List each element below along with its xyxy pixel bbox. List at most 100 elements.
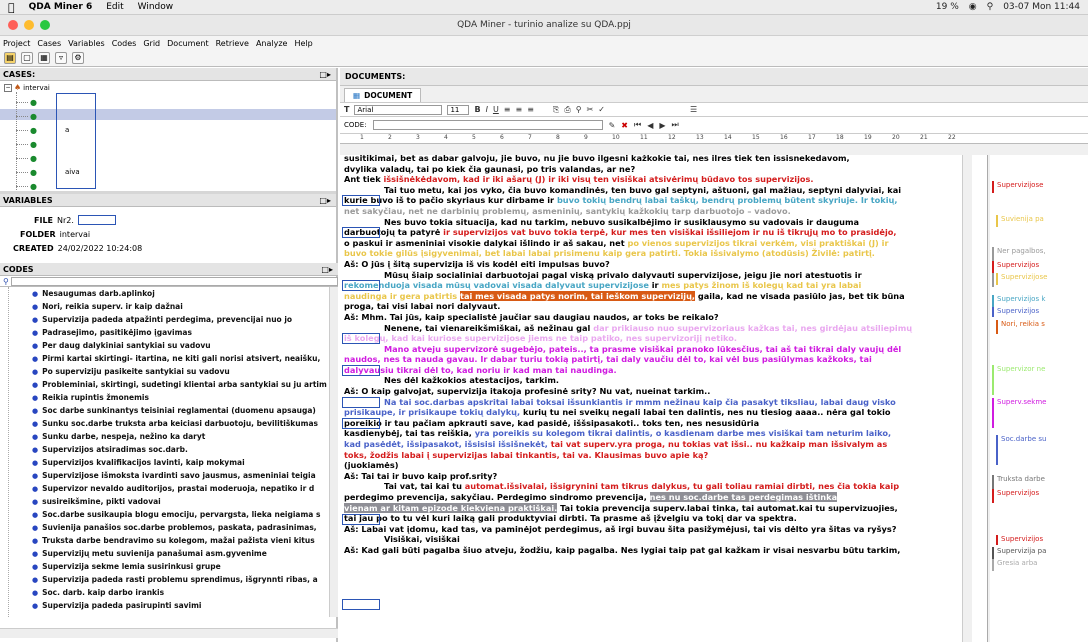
document-tab[interactable]: ▦ DOCUMENT <box>344 88 422 102</box>
menu-grid[interactable]: Grid <box>143 39 160 48</box>
collapse-icon[interactable]: − <box>4 83 12 92</box>
bold-icon[interactable]: B <box>474 105 480 114</box>
code-item[interactable]: ● Supervizijos kvalifikacijos lavinti, ka… <box>32 456 245 469</box>
document-text[interactable]: susitikimai, bet as dabar galvoju, jie b… <box>344 155 958 556</box>
code-item[interactable]: ● Pirmi kartai skirtingi- itartina, ne ki… <box>32 352 320 365</box>
align-left-icon[interactable]: ≡ <box>504 105 511 114</box>
underline-icon[interactable]: U <box>493 105 499 114</box>
menu-cases[interactable]: Cases <box>37 39 61 48</box>
font-select[interactable]: Arial <box>354 104 443 115</box>
clock[interactable]: 03-07 Mon 11:44 <box>1003 2 1080 12</box>
margin-code-tag[interactable]: Nori, reikia s <box>996 320 1045 334</box>
code-item[interactable]: ● Supervizijose išmoksta ivardinti savo j… <box>32 469 316 482</box>
wifi-icon[interactable]: ◉ <box>969 2 977 12</box>
case-item[interactable]: ● <box>16 180 37 191</box>
menu-edit[interactable]: Edit <box>106 2 123 12</box>
search-icon[interactable]: ⚲ <box>987 2 994 12</box>
selected-case-row[interactable] <box>0 109 336 120</box>
case-item[interactable]: ● <box>16 152 37 164</box>
apple-icon[interactable]:  <box>8 1 15 14</box>
code-item[interactable]: ● Soc. darb. kaip darbo irankis <box>32 586 164 599</box>
code-select[interactable] <box>372 120 603 130</box>
list-icon[interactable]: ☰ <box>690 105 697 114</box>
menu-document[interactable]: Document <box>167 39 208 48</box>
code-item[interactable]: ● Padrasejimo, pasitikėjimo įgavimas <box>32 326 192 339</box>
last-icon[interactable]: ⏭ <box>672 120 679 130</box>
case-item[interactable]: ● <box>16 110 37 122</box>
paste-icon[interactable]: ⎙ <box>564 105 570 115</box>
panel-window-icon[interactable]: □▸ <box>319 70 331 79</box>
margin-code-tag[interactable]: Truksta darbe <box>992 475 1045 489</box>
zoom-window-button[interactable] <box>40 20 50 30</box>
minimize-window-button[interactable] <box>24 20 34 30</box>
highlight-icon[interactable]: ✎ <box>609 121 616 130</box>
menu-window[interactable]: Window <box>138 2 174 12</box>
remove-code-icon[interactable]: ✖ <box>621 121 628 130</box>
search-icon[interactable]: ⚲ <box>3 277 9 286</box>
code-item[interactable]: ● Supervizija padeda pasirupinti savimi <box>32 599 202 612</box>
panel-window-icon[interactable]: □▸ <box>321 265 333 274</box>
margin-code-tag[interactable]: Supervizijose <box>992 181 1043 193</box>
codes-hscrollbar[interactable] <box>0 628 338 638</box>
code-item[interactable]: ● Supervizijos atsiradimas soc.darb. <box>32 443 188 456</box>
menu-codes[interactable]: Codes <box>112 39 137 48</box>
code-item[interactable]: ● Sunku soc.darbe truksta arba keiciasi d… <box>32 417 318 430</box>
margin-code-tag[interactable]: Supervizor ne <box>992 365 1045 395</box>
filter-icon[interactable]: ▿ <box>55 52 67 64</box>
margin-code-tag[interactable]: Gresia arba <box>992 559 1037 571</box>
document-text-area[interactable]: susitikimai, bet as dabar galvoju, jie b… <box>340 155 988 642</box>
size-select[interactable]: 11 <box>447 104 470 115</box>
margin-code-tag[interactable]: Supervizijos k <box>992 295 1045 307</box>
margin-code-tag[interactable]: Supervizijos <box>996 535 1043 545</box>
italic-icon[interactable]: I <box>486 105 488 114</box>
code-item[interactable]: ● Supervizija padeda atpažinti perdegima,… <box>32 313 292 326</box>
code-item[interactable]: ● Supervizija sekme lemia susirinkusi gru… <box>32 560 221 573</box>
copy-icon[interactable]: ⎘ <box>553 105 559 115</box>
var-value[interactable]: intervai <box>60 230 91 239</box>
codes-scrollbar[interactable] <box>329 287 338 617</box>
spellcheck-icon[interactable]: ✓ <box>598 105 605 114</box>
app-menu-name[interactable]: QDA Miner 6 <box>29 2 93 12</box>
save-icon[interactable]: ▦ <box>38 52 50 64</box>
open-folder-icon[interactable]: ▤ <box>4 52 16 64</box>
code-item[interactable]: ● Supervizor nevaldo auditorijos, prastai… <box>32 482 314 495</box>
code-item[interactable]: ● susireikšmine, pikti vadovai <box>32 495 161 508</box>
cut-icon[interactable]: ✂ <box>587 105 594 114</box>
next-icon[interactable]: ▶ <box>659 121 665 130</box>
margin-code-tag[interactable]: Superv.sekme <box>992 398 1046 428</box>
code-item[interactable]: ● Po superviziju pasikeite santykiai su v… <box>32 365 230 378</box>
code-item[interactable]: ● Probleminiai, skirtingi, sudetingi klie… <box>32 378 327 391</box>
tree-root[interactable]: − ♠ intervai <box>4 83 50 92</box>
code-item[interactable]: ● Suvienija panašios soc.darbe problemos,… <box>32 521 317 534</box>
code-item[interactable]: ● Nesaugumas darb.aplinkoj <box>32 287 155 300</box>
codes-search-input[interactable] <box>10 276 338 286</box>
first-icon[interactable]: ⏮ <box>634 120 641 130</box>
margin-code-tag[interactable]: Suvienija pa <box>996 215 1044 227</box>
battery-status[interactable]: 19 % <box>936 2 959 12</box>
menu-project[interactable]: Project <box>3 39 30 48</box>
align-right-icon[interactable]: ≡ <box>527 105 534 114</box>
prev-icon[interactable]: ◀ <box>647 121 653 130</box>
code-item[interactable]: ● Sunku darbe, nespeja, nežino ka daryt <box>32 430 205 443</box>
var-value[interactable]: Nr2. <box>57 216 74 225</box>
code-item[interactable]: ● Reikia rupintis žmonemis <box>32 391 149 404</box>
code-item[interactable]: ● Soc darbe sunkinantys teisiniai reglame… <box>32 404 316 417</box>
margin-code-tag[interactable]: Soc.darbe su <box>996 435 1046 465</box>
margin-code-tag[interactable]: Supervizijose <box>996 273 1047 285</box>
settings-icon[interactable]: ⚙ <box>72 52 84 64</box>
margin-code-tag[interactable]: Supervizijos <box>992 489 1039 503</box>
code-item[interactable]: ● Per daug dalykiniai santykiai su vadovu <box>32 339 211 352</box>
close-window-button[interactable] <box>8 20 18 30</box>
find-icon[interactable]: ⚲ <box>576 105 582 114</box>
case-item[interactable]: ● <box>16 138 37 150</box>
code-item[interactable]: ● Soc.darbe susikaupia blogu emociju, per… <box>32 508 320 521</box>
code-item[interactable]: ● Nori, reikia superv. ir kaip dažnai <box>32 300 183 313</box>
menu-retrieve[interactable]: Retrieve <box>216 39 249 48</box>
margin-code-tag[interactable]: Supervizijos <box>992 261 1039 273</box>
new-file-icon[interactable]: ▢ <box>21 52 33 64</box>
menu-help[interactable]: Help <box>294 39 312 48</box>
margin-code-tag[interactable]: Supervizijos <box>992 307 1039 317</box>
align-center-icon[interactable]: ≡ <box>516 105 523 114</box>
document-scrollbar[interactable] <box>962 155 972 642</box>
menu-variables[interactable]: Variables <box>68 39 105 48</box>
